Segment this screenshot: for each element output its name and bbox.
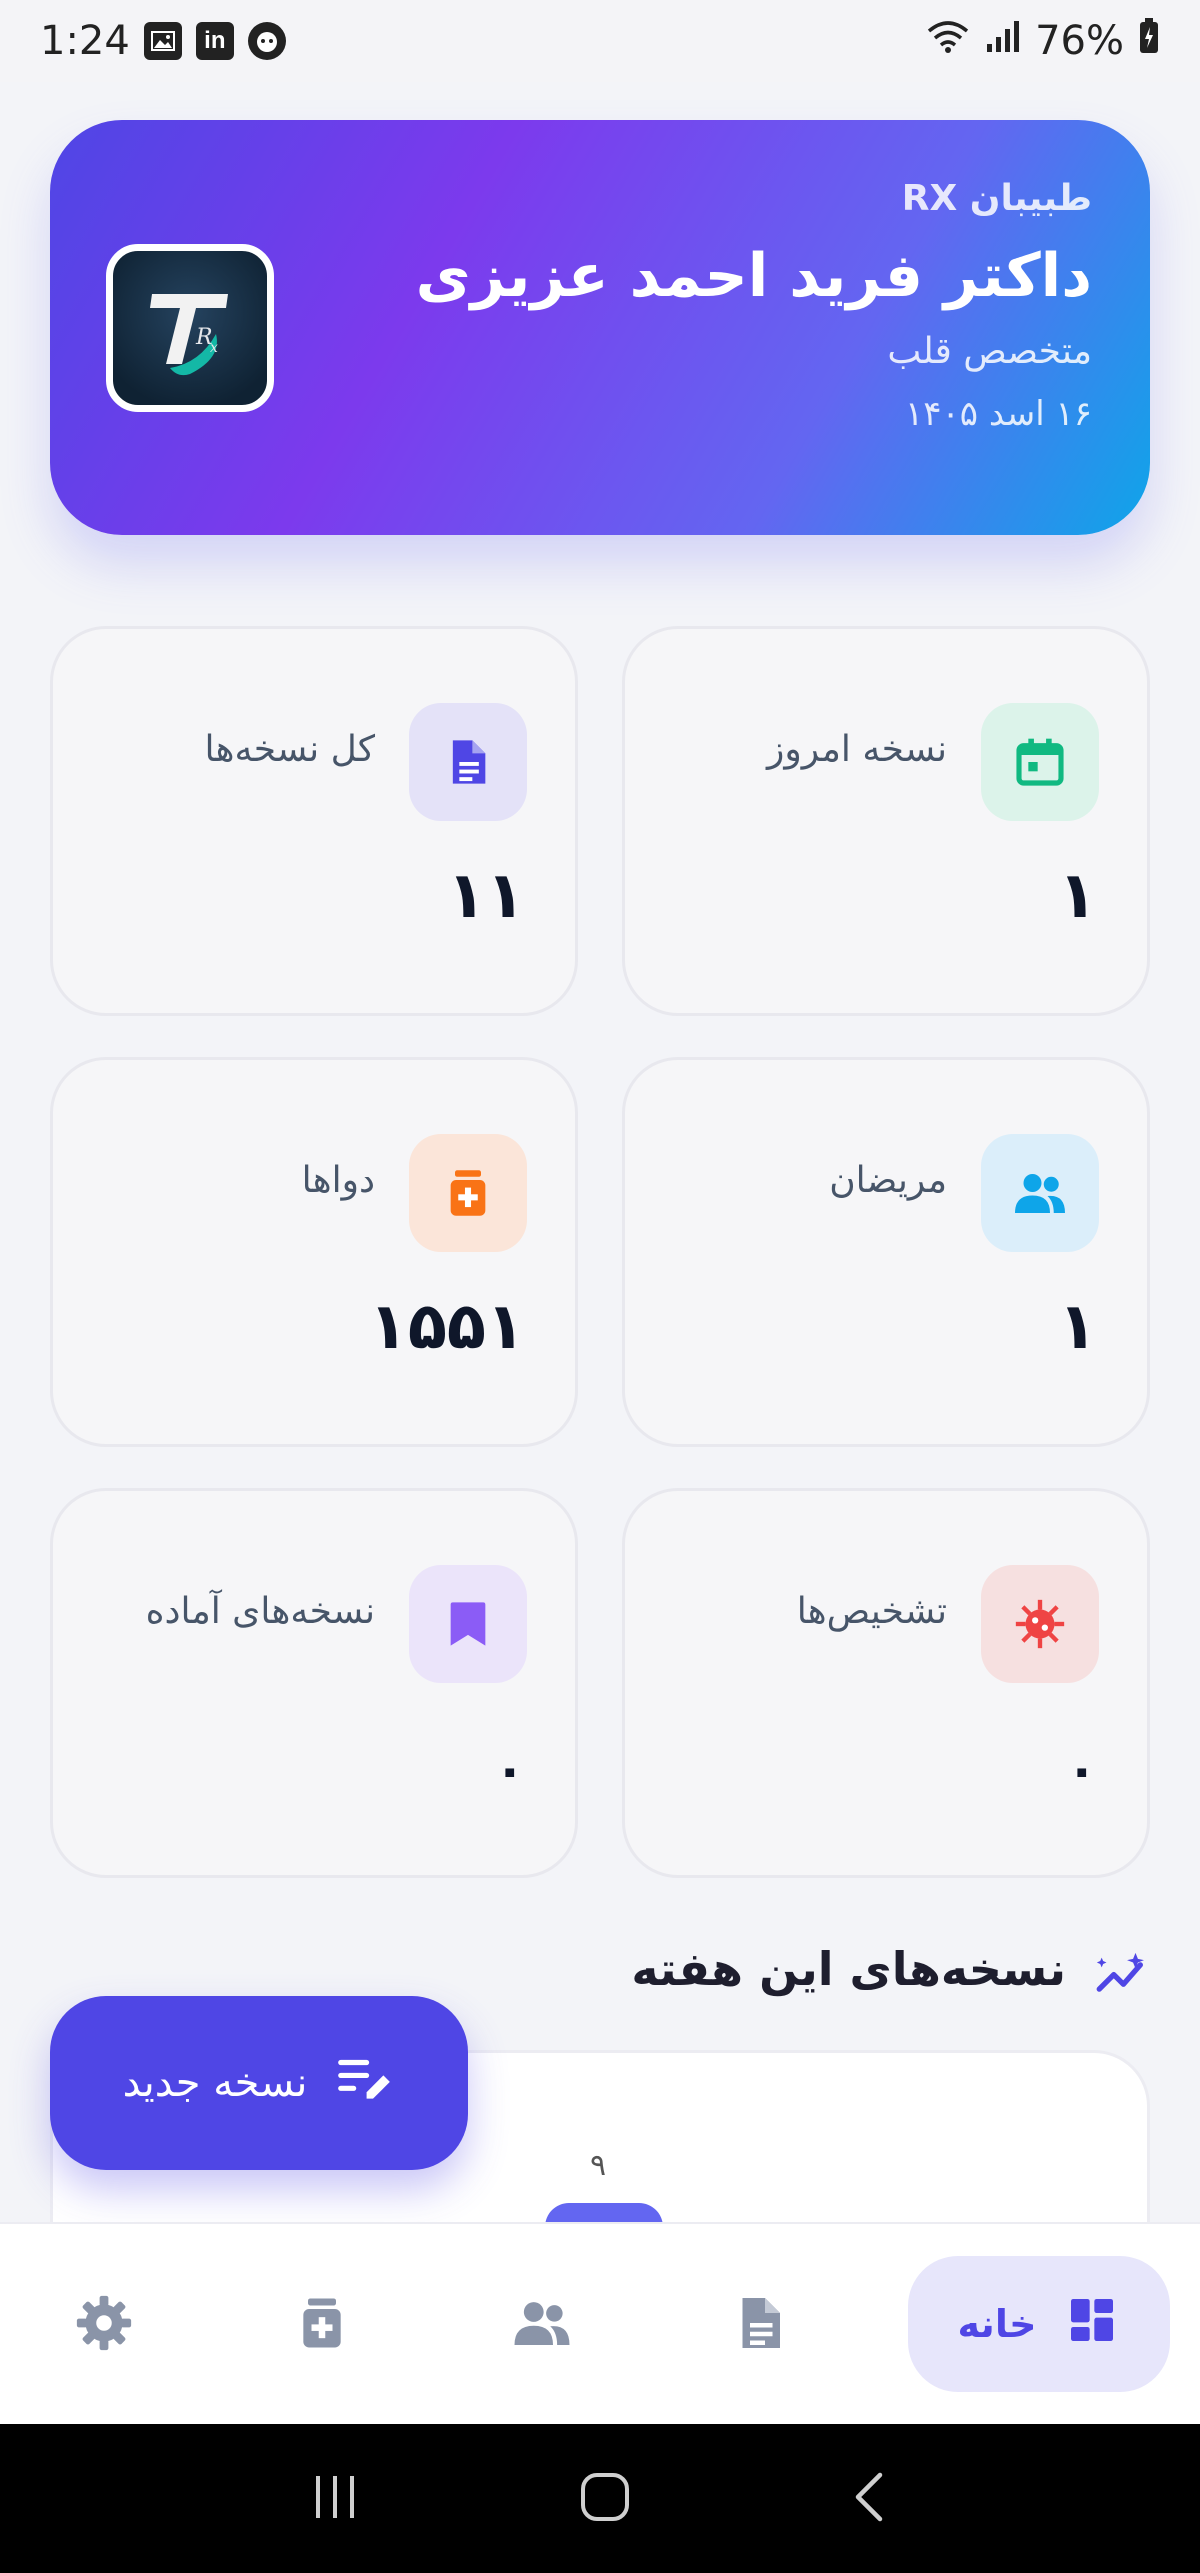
stat-label: تشخیص‌ها [796,1591,947,1632]
nav-settings-tab[interactable] [44,2224,164,2426]
settings-icon [73,2292,135,2358]
stat-value: ۱۵۵۱ [368,1290,525,1364]
medicine-icon [409,1134,527,1252]
weekly-section-title: نسخه‌های این هفته [631,1942,1066,1996]
stat-value: ۱ [1057,859,1097,933]
home-icon[interactable] [577,2469,633,2529]
document-icon [409,703,527,821]
app-logo: R x [106,244,274,412]
edit-note-icon [333,2047,395,2119]
stat-label: کل نسخه‌ها [204,729,375,770]
bar-value-label: ۹ [590,2148,607,2183]
doctor-info: طبیبان RX داکتر فرید احمد عزیزی متخصص قل… [416,178,1092,434]
trend-sparkle-icon [1092,1948,1150,2006]
bot-face-icon [247,22,286,60]
battery-icon [1138,17,1160,65]
status-left: 1:24 in [40,18,286,64]
bookmark-icon [409,1565,527,1683]
svg-text:x: x [210,340,218,356]
stat-value: ۱ [1057,1290,1097,1364]
back-icon[interactable] [848,2469,892,2529]
doctor-name: داکتر فرید احمد عزیزی [415,241,1092,311]
stat-label: نسخه‌های آماده [145,1591,375,1632]
linkedin-icon: in [195,22,234,60]
stat-card-today[interactable]: نسخه امروز ۱ [622,626,1150,1016]
battery-percent: 76% [1035,18,1124,64]
stat-value: ۱۱ [446,859,525,933]
status-right: 76% [925,17,1160,65]
wifi-icon [925,17,971,65]
stat-label: نسخه امروز [766,729,947,770]
users-icon [981,1134,1099,1252]
doctor-header-card: طبیبان RX داکتر فرید احمد عزیزی متخصص قل… [50,120,1150,535]
stat-value: ۰ [1066,1741,1097,1799]
new-prescription-label: نسخه جدید [122,2060,308,2106]
doctor-specialty: متخصص قلب [887,331,1092,372]
system-navigation-bar [0,2424,1200,2573]
stat-card-patients[interactable]: مریضان ۱ [622,1057,1150,1447]
gallery-icon [143,22,182,60]
nav-home-label: خانه [957,2302,1037,2346]
calendar-icon [981,703,1099,821]
nav-prescriptions-tab[interactable] [700,2224,820,2426]
nav-home-tab[interactable]: خانه [908,2256,1170,2392]
recent-apps-icon[interactable] [308,2470,362,2528]
stat-label: مریضان [829,1160,947,1201]
medicine-icon [294,2293,350,2357]
status-bar: 1:24 in 76% [0,0,1200,82]
users-icon [509,2290,575,2360]
status-time: 1:24 [40,18,130,64]
signal-icon [985,18,1021,64]
new-prescription-button[interactable]: نسخه جدید [50,1996,468,2170]
bottom-navigation: خانه [0,2222,1200,2424]
stat-card-total-prescriptions[interactable]: کل نسخه‌ها ۱۱ [50,626,578,1016]
stat-card-ready-prescriptions[interactable]: نسخه‌های آماده ۰ [50,1488,578,1878]
document-icon [730,2293,790,2357]
app-name: طبیبان RX [901,178,1092,219]
virus-icon [981,1565,1099,1683]
current-date: ۱۶ اسد ۱۴۰۵ [905,394,1092,434]
nav-patients-tab[interactable] [482,2224,602,2426]
app-screen: 1:24 in 76% طبیبان RX داکتر فرید احمد عز… [0,0,1200,2573]
stat-label: دواها [301,1160,375,1201]
stat-card-diagnoses[interactable]: تشخیص‌ها ۰ [622,1488,1150,1878]
nav-medicines-tab[interactable] [262,2224,382,2426]
stat-value: ۰ [494,1741,525,1799]
dashboard-icon [1064,2292,1120,2357]
stat-card-medicines[interactable]: دواها ۱۵۵۱ [50,1057,578,1447]
